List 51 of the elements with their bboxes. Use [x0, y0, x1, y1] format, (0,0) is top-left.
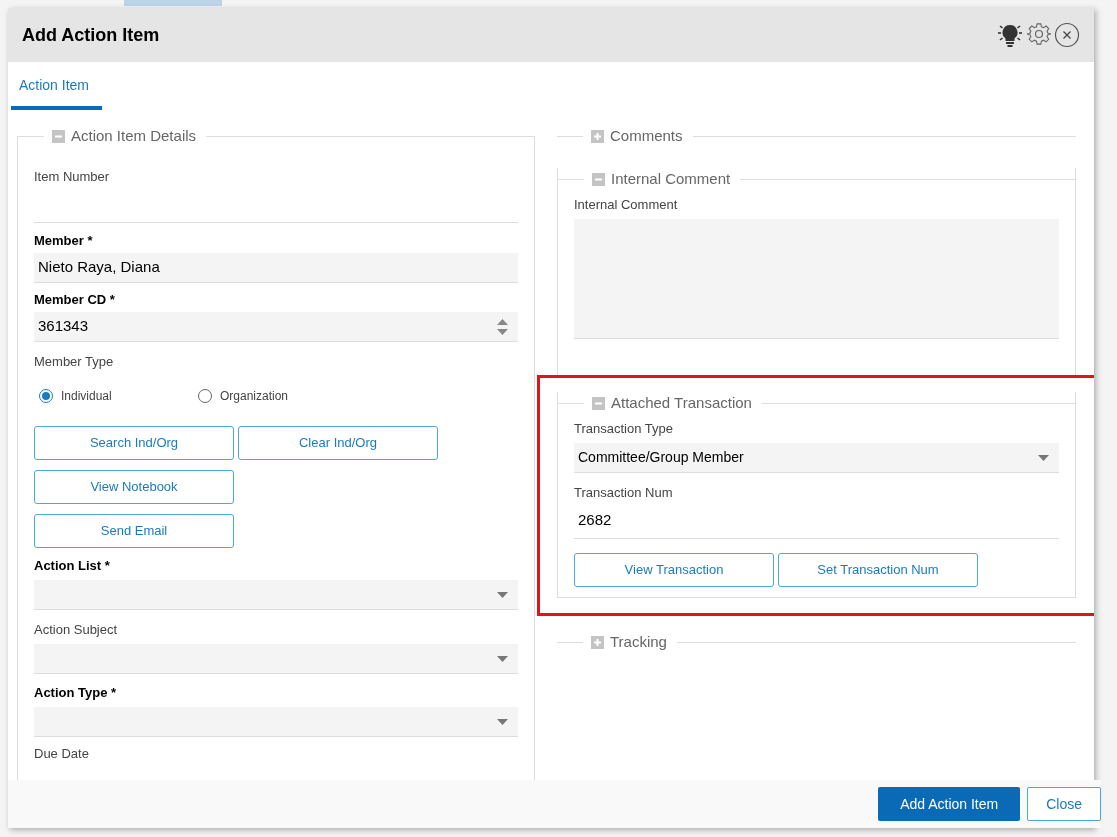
section-title[interactable]: Action Item Details	[71, 124, 197, 148]
dropdown-value: Committee/Group Member	[578, 448, 744, 467]
section-title[interactable]: Comments	[610, 124, 683, 148]
lightbulb-icon[interactable]	[996, 22, 1024, 48]
dropdown[interactable]	[34, 707, 518, 737]
add-button[interactable]: Add Action Item	[878, 787, 1021, 821]
button[interactable]: Search Ind/Org	[34, 426, 234, 460]
button[interactable]: View Transaction	[574, 553, 774, 587]
section-title[interactable]: Internal Comment	[611, 167, 731, 191]
field-label: Item Number	[34, 169, 111, 185]
field-label: Action Subject	[34, 622, 119, 638]
settings-icon[interactable]	[1026, 22, 1052, 48]
caret-icon	[497, 655, 508, 662]
expand-icon[interactable]	[591, 129, 604, 143]
radio-label[interactable]: Individual	[61, 387, 112, 405]
number-field[interactable]: 361343	[34, 312, 518, 342]
button[interactable]: Send Email	[34, 514, 234, 548]
collapse-icon[interactable]	[52, 129, 65, 143]
field-label: Action List *	[34, 558, 111, 574]
button[interactable]: Set Transaction Num	[778, 553, 978, 587]
text-area[interactable]	[574, 219, 1059, 339]
field-label: Member CD *	[34, 292, 116, 308]
window-title: Add Action Item	[22, 23, 160, 47]
dropdown[interactable]: Committee/Group Member	[574, 443, 1059, 473]
caret-icon	[497, 718, 508, 725]
tab[interactable]: Action Item	[11, 75, 102, 110]
field-label: Internal Comment	[574, 197, 679, 213]
field-label: Action Type *	[34, 685, 118, 701]
button[interactable]: View Notebook	[34, 470, 234, 504]
field-label: Transaction Num	[574, 485, 674, 501]
section-title[interactable]: Tracking	[610, 630, 667, 654]
field-value: 361343	[38, 316, 89, 337]
radio-label[interactable]: Organization	[220, 387, 289, 405]
field-label: Due Date	[34, 746, 90, 762]
collapse-icon[interactable]	[592, 396, 605, 410]
field-label: Transaction Type	[574, 421, 674, 437]
field-label: Member *	[34, 233, 94, 249]
button[interactable]: Clear Ind/Org	[238, 426, 438, 460]
caret-icon	[1038, 454, 1049, 461]
collapse-icon[interactable]	[592, 172, 605, 186]
spinner-icon[interactable]	[497, 318, 508, 335]
close-icon[interactable]	[1054, 22, 1080, 48]
dropdown[interactable]	[34, 644, 518, 674]
field-label: Member Type	[34, 354, 115, 370]
input-field[interactable]: 2682	[574, 503, 1059, 539]
dropdown[interactable]	[34, 580, 518, 610]
caret-icon	[497, 591, 508, 598]
section-title[interactable]: Attached Transaction	[611, 391, 752, 415]
expand-icon[interactable]	[591, 635, 604, 649]
close-button[interactable]: Close	[1027, 787, 1101, 821]
input-field[interactable]: Nieto Raya, Diana	[34, 253, 518, 283]
